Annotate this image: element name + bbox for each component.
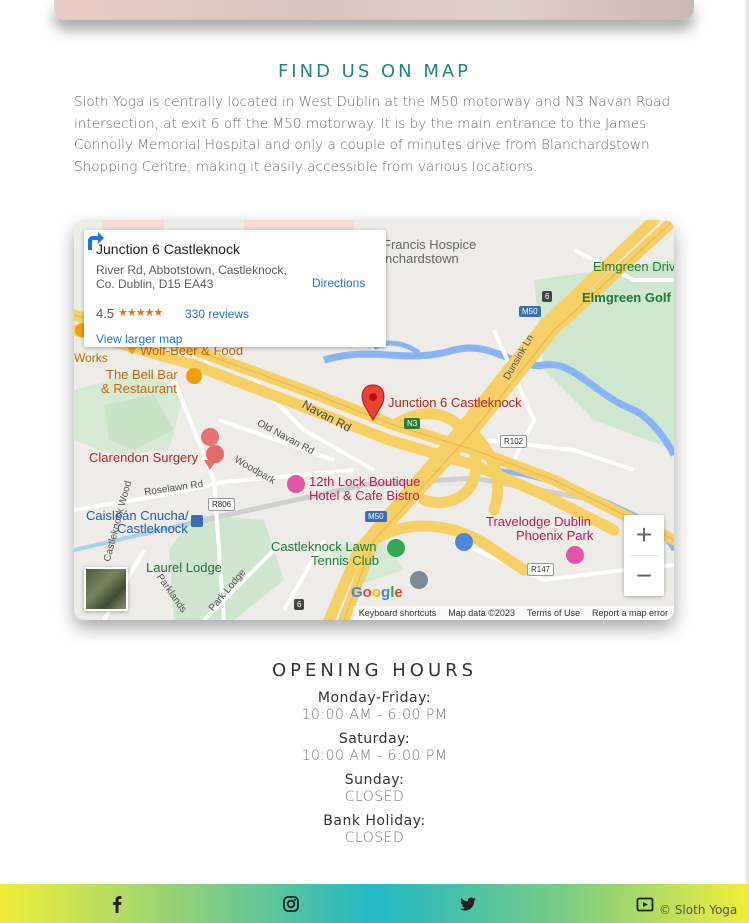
shield-m50-bottom: M50: [365, 511, 387, 522]
google-logo: Google: [351, 584, 403, 601]
map-label-bell-bar-2: & Restaurant: [101, 381, 177, 396]
facebook-icon[interactable]: [108, 895, 126, 913]
hours-day: Monday-Friday:: [317, 690, 432, 706]
footer: © Sloth Yoga: [0, 884, 749, 923]
instagram-icon[interactable]: [282, 895, 300, 913]
map-label-francis-hospice: Francis Hospice: [383, 237, 477, 252]
find-us-title: FIND US ON MAP: [277, 61, 472, 82]
satellite-toggle[interactable]: [84, 567, 128, 611]
copyright-text: © Sloth Yoga: [659, 903, 738, 917]
directions-icon[interactable]: [84, 230, 106, 252]
map-pin-label: Junction 6 Castleknock: [388, 395, 522, 410]
location-description: Sloth Yoga is centrally located in West …: [74, 94, 671, 175]
hours-time: CLOSED: [344, 830, 405, 846]
map-label-12th-lock-2: Hotel & Cafe Bistro: [309, 488, 420, 503]
shield-n3: N3: [404, 418, 421, 429]
hero-image-bottom: [54, 0, 694, 20]
map-label-12th-lock: 12th Lock Boutique: [309, 474, 421, 489]
place-info-card: Junction 6 Castleknock River Rd, Abbotst…: [84, 230, 386, 347]
hours-time: 10:00 AM - 6:00 PM: [301, 748, 448, 764]
directions-link[interactable]: Directions: [312, 276, 365, 290]
opening-hours-title: OPENING HOURS: [271, 660, 478, 681]
zoom-controls: + −: [624, 515, 664, 596]
hours-day: Sunday:: [344, 772, 405, 788]
map-label-francis-hospice-2: nchardstown: [385, 251, 459, 266]
map-label-travelodge-2: Phoenix Park: [516, 528, 594, 543]
map-label-lawn-tennis: Castleknock Lawn: [271, 539, 377, 554]
map-label-caislean-2: Castleknock: [117, 521, 188, 536]
google-map[interactable]: Francis Hospice nchardstown Elmgreen Dri…: [74, 220, 674, 620]
terms-of-use-link[interactable]: Terms of Use: [527, 608, 580, 618]
shield-exit-6-bottom: 6: [294, 599, 305, 610]
shield-r806: R806: [208, 498, 236, 511]
hours-day: Saturday:: [338, 731, 411, 747]
hours-day: Bank Holiday:: [323, 813, 426, 829]
view-larger-map-link[interactable]: View larger map: [96, 332, 182, 346]
shield-r102: R102: [500, 435, 528, 448]
map-label-works: Works: [74, 351, 108, 365]
map-label-elmgreen-golf: Elmgreen Golf: [582, 290, 671, 305]
map-label-travelodge: Travelodge Dublin: [486, 514, 592, 529]
place-address: River Rd, Abbotstown, Castleknock, Co. D…: [96, 263, 287, 291]
zoom-in-button[interactable]: +: [624, 515, 664, 555]
map-label-laurel-lodge: Laurel Lodge: [146, 560, 222, 575]
twitter-icon[interactable]: [459, 895, 477, 913]
report-map-error-link[interactable]: Report a map error: [592, 608, 668, 618]
youtube-icon[interactable]: [636, 896, 654, 914]
opening-hours-list: Monday-Friday: 10:00 AM - 6:00 PM Saturd…: [0, 690, 749, 854]
shield-r147: R147: [527, 563, 555, 576]
map-attribution-bar: Keyboard shortcuts Map data ©2023 Terms …: [352, 606, 674, 620]
star-rating-icon: ★★★★★: [118, 307, 163, 319]
map-data-text: Map data ©2023: [448, 608, 515, 618]
hours-time: CLOSED: [344, 789, 405, 805]
keyboard-shortcuts-link[interactable]: Keyboard shortcuts: [359, 608, 437, 618]
reviews-link[interactable]: 330 reviews: [185, 307, 249, 321]
map-label-elmgreen-drive: Elmgreen Driv: [593, 259, 674, 274]
place-rating: 4.5: [96, 306, 115, 321]
map-label-clarendon-surgery: Clarendon Surgery: [89, 450, 199, 465]
place-name: Junction 6 Castleknock: [96, 241, 240, 257]
hours-time: 10:00 AM - 6:00 PM: [301, 707, 448, 723]
map-label-bell-bar: The Bell Bar: [106, 367, 178, 382]
map-label-lawn-tennis-2: Tennis Club: [311, 553, 379, 568]
shield-exit-6-top: 6: [542, 291, 553, 302]
zoom-out-button[interactable]: −: [624, 556, 664, 596]
shield-m50-top: M50: [519, 306, 541, 317]
